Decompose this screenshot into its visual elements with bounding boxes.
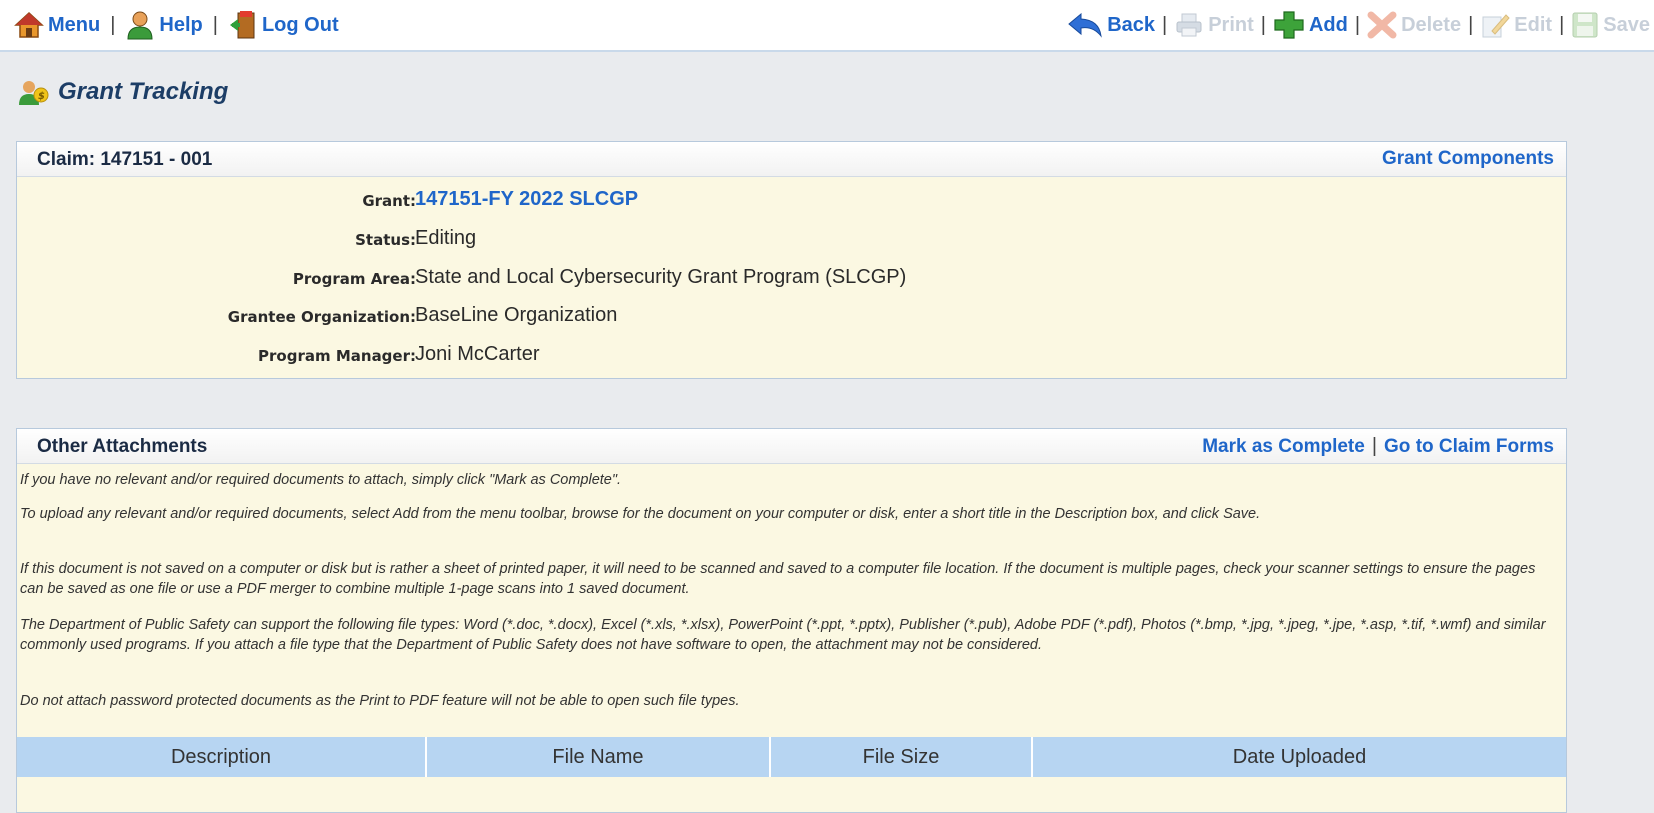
claim-panel: Claim: 147151 - 001 Grant Components Gra…	[16, 141, 1567, 379]
column-header-description[interactable]: Description	[17, 737, 427, 777]
go-to-claim-forms-link[interactable]: Go to Claim Forms	[1384, 436, 1554, 458]
instruction-text: The Department of Public Safety can supp…	[20, 617, 1546, 653]
claim-panel-header: Claim: 147151 - 001 Grant Components	[17, 142, 1566, 177]
help-button[interactable]: Help	[125, 10, 203, 40]
program-area-label: Program Area:	[292, 270, 416, 288]
page-title-text: Grant Tracking	[58, 78, 229, 105]
user-help-icon	[125, 10, 155, 40]
column-header-date-uploaded[interactable]: Date Uploaded	[1033, 737, 1566, 777]
attachments-title: Other Attachments	[37, 436, 208, 457]
add-label: Add	[1308, 13, 1348, 36]
instruction-text: If you have no relevant and/or required …	[20, 472, 622, 488]
menu-label: Menu	[48, 13, 101, 36]
add-button[interactable]: Add	[1273, 10, 1348, 40]
status-value: Editing	[415, 227, 477, 249]
mark-complete-link[interactable]: Mark as Complete	[1202, 436, 1365, 458]
toolbar-left-group: Menu | Help | Log Out	[14, 10, 339, 40]
save-button[interactable]: Save	[1571, 11, 1650, 39]
manager-value: Joni McCarter	[415, 343, 540, 365]
attachments-panel-header: Other Attachments Mark as Complete | Go …	[17, 429, 1566, 464]
save-label: Save	[1603, 13, 1650, 36]
svg-text:$: $	[38, 91, 45, 102]
instruction-text: To upload any relevant and/or required d…	[20, 506, 1261, 522]
column-header-file-size[interactable]: File Size	[771, 737, 1033, 777]
status-row: Status: Editing	[17, 227, 1566, 255]
save-disk-icon	[1571, 11, 1599, 39]
attachments-table-header: Description File Name File Size Date Upl…	[17, 737, 1566, 777]
grant-components-link[interactable]: Grant Components	[1382, 148, 1554, 170]
toolbar-separator: |	[212, 13, 218, 36]
menu-button[interactable]: Menu	[14, 11, 100, 39]
top-toolbar: Menu | Help | Log Out Back | Print | Add…	[0, 0, 1654, 52]
print-label: Print	[1208, 13, 1254, 36]
toolbar-separator: |	[1260, 13, 1266, 36]
delete-button[interactable]: Delete	[1367, 11, 1461, 39]
toolbar-separator: |	[110, 13, 116, 36]
toolbar-separator: |	[1162, 13, 1168, 36]
column-header-file-name[interactable]: File Name	[427, 737, 771, 777]
manager-label: Program Manager:	[258, 347, 416, 365]
grantee-label: Grantee Organization:	[227, 308, 416, 326]
grant-tracking-icon: $	[18, 78, 50, 106]
grantee-row: Grantee Organization: BaseLine Organizat…	[17, 304, 1566, 332]
grantee-value: BaseLine Organization	[415, 304, 618, 326]
home-icon	[14, 11, 44, 39]
back-arrow-icon	[1067, 12, 1103, 38]
toolbar-separator: |	[1354, 13, 1361, 36]
toolbar-separator: |	[1559, 13, 1565, 36]
edit-pencil-icon	[1480, 11, 1510, 39]
instruction-text: Do not attach password protected documen…	[20, 693, 740, 709]
toolbar-right-group: Back | Print | Add | Delete | Edit | Sav…	[1067, 10, 1650, 40]
claim-title: Claim: 147151 - 001	[37, 149, 213, 170]
edit-label: Edit	[1514, 13, 1553, 36]
manager-row: Program Manager: Joni McCarter	[17, 343, 1566, 371]
attachments-panel: Other Attachments Mark as Complete | Go …	[16, 428, 1567, 813]
page-title: $ Grant Tracking	[18, 78, 228, 106]
delete-x-icon	[1367, 11, 1397, 39]
grant-row: Grant: 147151-FY 2022 SLCGP	[17, 188, 1566, 216]
program-area-value: State and Local Cybersecurity Grant Prog…	[415, 266, 907, 288]
back-button[interactable]: Back	[1067, 12, 1155, 38]
toolbar-separator: |	[1468, 13, 1474, 36]
grant-link[interactable]: 147151-FY 2022 SLCGP	[415, 188, 638, 211]
link-separator: |	[1371, 435, 1378, 457]
edit-button[interactable]: Edit	[1480, 11, 1552, 39]
add-plus-icon	[1273, 10, 1305, 40]
printer-icon	[1174, 12, 1204, 38]
help-label: Help	[159, 13, 203, 36]
status-label: Status:	[355, 231, 416, 249]
program-area-row: Program Area: State and Local Cybersecur…	[17, 266, 1566, 294]
logout-label: Log Out	[261, 13, 339, 36]
print-button[interactable]: Print	[1174, 12, 1254, 38]
delete-label: Delete	[1401, 13, 1462, 36]
grant-label: Grant:	[362, 192, 416, 210]
exit-door-icon	[228, 10, 258, 40]
instruction-text: If this document is not saved on a compu…	[20, 561, 1536, 597]
logout-button[interactable]: Log Out	[228, 10, 339, 40]
back-label: Back	[1107, 13, 1155, 36]
